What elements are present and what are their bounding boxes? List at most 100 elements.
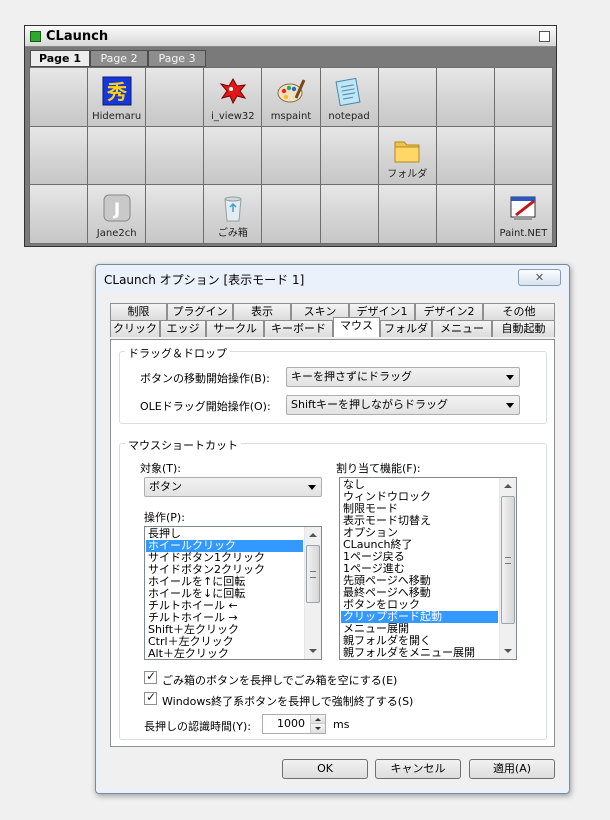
ole-drag-label: OLEドラッグ開始操作(O): <box>140 400 271 413</box>
irfanview-icon <box>218 76 248 106</box>
function-listbox[interactable]: なし ウィンドウロック 制限モード 表示モード切替え オプション CLaunch終了 1ペー… <box>339 477 517 660</box>
launcher-button-mspaint[interactable]: mspaint <box>262 68 320 126</box>
apply-button[interactable]: 適用(A) <box>469 759 555 779</box>
launcher-empty-slot[interactable] <box>494 68 552 126</box>
claunch-window: CLaunch Page 1 Page 2 Page 3 秀 Hidemaru i_… <box>24 25 557 247</box>
tab-design2[interactable]: デザイン2 <box>415 303 483 320</box>
folder-icon <box>392 135 422 165</box>
operation-listbox[interactable]: 長押し ホイールクリック サイドボタン1クリック サイドボタン2クリック ホイールを↑に… <box>144 526 322 660</box>
launcher-empty-slot[interactable] <box>436 68 494 126</box>
operation-scrollbar[interactable] <box>304 527 321 659</box>
hold-time-spinner[interactable]: 1000 <box>262 714 326 734</box>
tab-click[interactable]: クリック <box>110 320 160 337</box>
launcher-button-label: mspaint <box>270 110 312 122</box>
hidemaru-icon: 秀 <box>102 76 132 106</box>
launcher-empty-slot[interactable] <box>436 126 494 185</box>
launcher-empty-slot[interactable] <box>320 185 378 243</box>
function-scrollbar[interactable] <box>499 478 516 659</box>
launcher-button-irfanview[interactable]: i_view32 <box>204 68 262 126</box>
launcher-button-label: ごみ箱 <box>217 228 248 239</box>
dragdrop-group-label: ドラッグ＆ドロップ <box>125 345 230 361</box>
launcher-titlebar[interactable]: CLaunch <box>25 26 556 47</box>
tab-autostart[interactable]: 自動起動 <box>492 320 555 337</box>
target-select[interactable]: ボタン <box>144 477 322 497</box>
launcher-button-folder[interactable]: フォルダ <box>378 126 436 185</box>
notepad-icon <box>334 76 364 107</box>
launcher-button-label: notepad <box>328 110 370 122</box>
launcher-empty-slot[interactable] <box>494 126 552 185</box>
launcher-button-label: Jane2ch <box>96 228 137 239</box>
launcher-button-label: i_view32 <box>211 110 255 122</box>
recycle-bin-icon <box>218 193 248 223</box>
tab-restriction[interactable]: 制限 <box>110 303 167 320</box>
dialog-title: CLaunch オプション [表示モード 1] <box>104 273 305 287</box>
ole-drag-value: Shiftキーを押しながらドラッグ <box>291 398 449 411</box>
force-shutdown-label[interactable]: Windows終了系ボタンを長押しで強制終了する(S) <box>162 693 413 709</box>
spin-up-icon[interactable] <box>311 715 325 724</box>
claunch-app-icon <box>30 31 41 42</box>
mouse-tab-pane: ドラッグ＆ドロップ ボタンの移動開始操作(B): キーを押さずにドラッグ OLE… <box>110 339 555 747</box>
empty-recycle-bin-checkbox[interactable] <box>144 669 157 684</box>
move-operation-select[interactable]: キーを押さずにドラッグ <box>286 367 520 387</box>
operation-list-item[interactable]: Alt＋左クリック <box>146 648 303 660</box>
launcher-empty-slot[interactable] <box>204 126 262 185</box>
page-tab-1[interactable]: Page 1 <box>30 50 90 67</box>
mouse-shortcut-group-label: マウスショートカット <box>125 437 241 453</box>
launcher-button-label: Hidemaru <box>92 110 142 122</box>
tab-circle[interactable]: サークル <box>206 320 264 337</box>
launcher-empty-slot[interactable] <box>378 185 436 243</box>
page-tab-3[interactable]: Page 3 <box>148 50 206 67</box>
launcher-empty-slot[interactable] <box>436 185 494 243</box>
jane2ch-icon: J <box>102 193 132 223</box>
launcher-empty-slot[interactable] <box>262 126 320 185</box>
empty-recycle-bin-label[interactable]: ごみ箱のボタンを長押しでごみ箱を空にする(E) <box>162 672 397 688</box>
target-value: ボタン <box>149 480 182 493</box>
tab-plugin[interactable]: プラグイン <box>167 303 233 320</box>
scroll-up-icon[interactable] <box>504 484 512 488</box>
tab-menu[interactable]: メニュー <box>432 320 492 337</box>
launcher-empty-slot[interactable] <box>320 126 378 185</box>
operation-scroll-thumb[interactable] <box>306 545 320 603</box>
scroll-down-icon[interactable] <box>309 649 317 653</box>
dialog-body: 制限 プラグイン 表示 スキン デザイン1 デザイン2 その他 クリック エッジ… <box>100 292 565 789</box>
launcher-empty-slot[interactable] <box>146 68 204 126</box>
tab-mouse[interactable]: マウス <box>333 317 380 337</box>
tab-display[interactable]: 表示 <box>233 303 291 320</box>
launcher-empty-slot[interactable] <box>30 185 88 243</box>
scroll-down-icon[interactable] <box>504 649 512 653</box>
launcher-empty-slot[interactable] <box>378 68 436 126</box>
function-scroll-thumb[interactable] <box>501 496 515 624</box>
launcher-button-jane2ch[interactable]: J Jane2ch <box>88 185 146 243</box>
hold-time-unit: ms <box>333 718 350 731</box>
scroll-up-icon[interactable] <box>309 533 317 537</box>
tab-folder[interactable]: フォルダ <box>380 320 432 337</box>
hold-time-label: 長押しの認識時間(Y): <box>144 720 252 733</box>
launcher-empty-slot[interactable] <box>146 185 204 243</box>
launcher-empty-slot[interactable] <box>262 185 320 243</box>
tab-keyboard[interactable]: キーボード <box>264 320 333 337</box>
cancel-button[interactable]: キャンセル <box>375 759 461 779</box>
target-label: 対象(T): <box>140 462 182 475</box>
launcher-minimize-button[interactable] <box>539 31 550 42</box>
ok-button[interactable]: OK <box>282 759 368 779</box>
hold-time-spin-buttons[interactable] <box>310 715 325 733</box>
launcher-title: CLaunch <box>46 29 109 44</box>
launcher-empty-slot[interactable] <box>146 126 204 185</box>
launcher-button-recycle-bin[interactable]: ごみ箱 <box>204 185 262 243</box>
spin-down-icon[interactable] <box>311 724 325 733</box>
hold-time-value[interactable]: 1000 <box>277 715 305 733</box>
tab-other[interactable]: その他 <box>483 303 555 320</box>
launcher-button-hidemaru[interactable]: 秀 Hidemaru <box>88 68 146 126</box>
launcher-empty-slot[interactable] <box>30 126 88 185</box>
tab-edge[interactable]: エッジ <box>160 320 206 337</box>
launcher-button-paintnet[interactable]: Paint.NET <box>494 185 552 243</box>
function-list-item[interactable]: 親フォルダをメニュー展開 <box>341 647 498 659</box>
launcher-button-notepad[interactable]: notepad <box>320 68 378 126</box>
launcher-empty-slot[interactable] <box>30 68 88 126</box>
page-tab-2[interactable]: Page 2 <box>90 50 148 67</box>
move-operation-value: キーを押さずにドラッグ <box>291 370 412 383</box>
launcher-empty-slot[interactable] <box>88 126 146 185</box>
force-shutdown-checkbox[interactable] <box>144 690 157 705</box>
ole-drag-select[interactable]: Shiftキーを押しながらドラッグ <box>286 395 520 415</box>
dialog-close-button[interactable]: ✕ <box>518 269 561 286</box>
